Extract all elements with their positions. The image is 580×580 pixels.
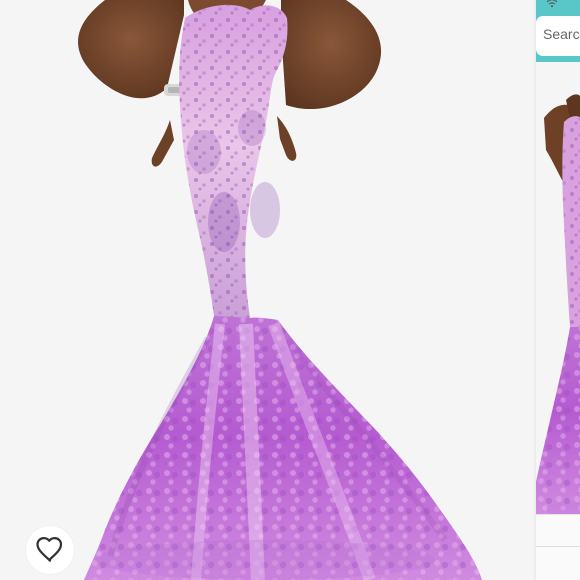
search-header [536,0,580,62]
gown-illustration [0,0,534,580]
footer-divider [536,546,580,547]
gown-thumbnail-illustration [536,62,580,514]
thumbnail-image[interactable] [536,62,580,514]
wifi-icon [546,0,558,8]
favorite-button[interactable] [26,526,74,574]
search-input[interactable] [543,26,580,42]
search-field-container[interactable] [536,16,580,56]
heart-icon [36,537,63,562]
thumbnail-footer [536,514,580,580]
screen [0,0,580,580]
main-product-image[interactable] [0,0,534,580]
right-rail [536,0,580,580]
